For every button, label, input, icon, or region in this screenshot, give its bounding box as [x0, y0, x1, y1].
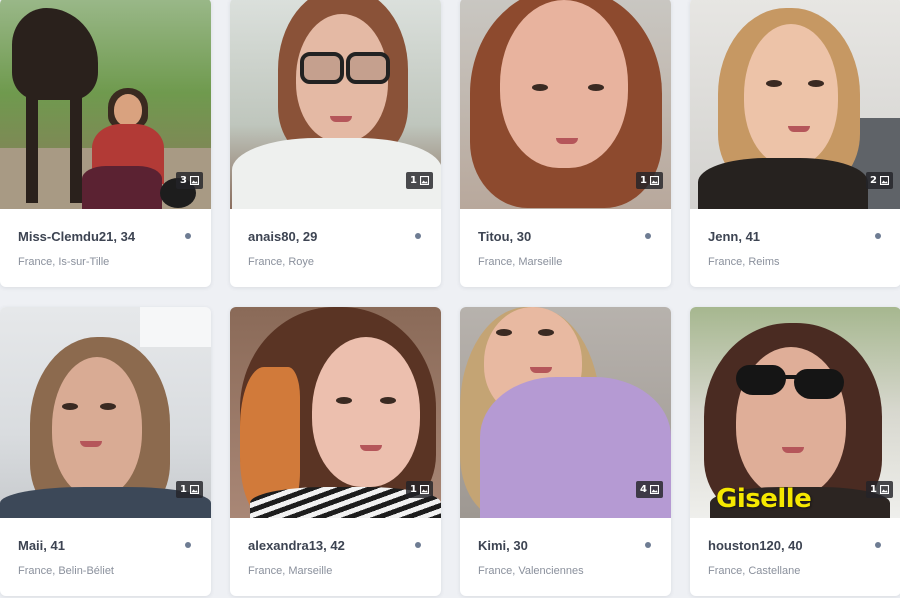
profile-photo[interactable]: 1 [460, 0, 671, 209]
profile-location: France, Castellane [708, 565, 801, 577]
photo-count: 1 [870, 484, 877, 495]
profile-photo[interactable]: 3 [0, 0, 211, 209]
photo-count-badge: 3 [176, 172, 203, 189]
photo-count: 1 [410, 175, 417, 186]
profile-name[interactable]: Kimi, 30 [478, 538, 528, 553]
photo-count: 1 [410, 484, 417, 495]
profile-location: France, Is-sur-Tille [18, 256, 110, 268]
image-icon [880, 176, 889, 185]
profile-card[interactable]: 4 Kimi, 30 France, Valenciennes [460, 307, 671, 596]
profile-card[interactable]: 2 Jenn, 41 France, Reims [690, 0, 900, 287]
photo-count-badge: 1 [176, 481, 203, 498]
profile-photo[interactable]: 2 [690, 0, 900, 209]
profile-info: Kimi, 30 France, Valenciennes [460, 518, 671, 596]
profile-photo[interactable]: 4 [460, 307, 671, 518]
status-dot-icon [645, 542, 651, 548]
profile-info: anais80, 29 France, Roye [230, 209, 441, 287]
photo-count-badge: 4 [636, 481, 663, 498]
profile-name[interactable]: houston120, 40 [708, 538, 803, 553]
image-icon [880, 485, 889, 494]
profile-location: France, Belin-Béliet [18, 565, 114, 577]
profile-location: France, Marseille [248, 565, 333, 577]
status-dot-icon [415, 542, 421, 548]
profile-card[interactable]: 1 anais80, 29 France, Roye [230, 0, 441, 287]
photo-count-badge: 1 [406, 172, 433, 189]
profile-name[interactable]: anais80, 29 [248, 229, 317, 244]
profile-location: France, Roye [248, 256, 315, 268]
status-dot-icon [185, 542, 191, 548]
profile-photo[interactable]: 1 [0, 307, 211, 518]
profile-info: alexandra13, 42 France, Marseille [230, 518, 441, 596]
profile-card[interactable]: 1 Titou, 30 France, Marseille [460, 0, 671, 287]
status-dot-icon [645, 233, 651, 239]
image-icon [190, 176, 199, 185]
photo-count: 4 [640, 484, 647, 495]
photo-count: 1 [180, 484, 187, 495]
profile-name[interactable]: Maii, 41 [18, 538, 65, 553]
profile-name[interactable]: Miss-Clemdu21, 34 [18, 229, 135, 244]
photo-count-badge: 1 [866, 481, 893, 498]
profile-card[interactable]: 1 alexandra13, 42 France, Marseille [230, 307, 441, 596]
status-dot-icon [185, 233, 191, 239]
profile-card[interactable]: Giselle 1 houston120, 40 France, Castell… [690, 307, 900, 596]
profile-info: Jenn, 41 France, Reims [690, 209, 900, 287]
profile-photo[interactable]: 1 [230, 0, 441, 209]
profile-name[interactable]: Jenn, 41 [708, 229, 760, 244]
profile-photo[interactable]: 1 [230, 307, 441, 518]
profile-photo[interactable]: Giselle 1 [690, 307, 900, 518]
profile-info: Titou, 30 France, Marseille [460, 209, 671, 287]
profile-name[interactable]: Titou, 30 [478, 229, 531, 244]
status-dot-icon [875, 233, 881, 239]
image-icon [420, 485, 429, 494]
profile-name[interactable]: alexandra13, 42 [248, 538, 345, 553]
photo-count-badge: 2 [866, 172, 893, 189]
photo-count: 3 [180, 175, 187, 186]
profile-location: France, Reims [708, 256, 780, 268]
profile-info: Maii, 41 France, Belin-Béliet [0, 518, 211, 596]
photo-count: 2 [870, 175, 877, 186]
image-icon [650, 485, 659, 494]
profile-card[interactable]: 3 Miss-Clemdu21, 34 France, Is-sur-Tille [0, 0, 211, 287]
profile-info: Miss-Clemdu21, 34 France, Is-sur-Tille [0, 209, 211, 287]
image-icon [420, 176, 429, 185]
status-dot-icon [415, 233, 421, 239]
photo-count-badge: 1 [636, 172, 663, 189]
photo-count: 1 [640, 175, 647, 186]
status-dot-icon [875, 542, 881, 548]
profile-photo-watermark: Giselle [716, 484, 812, 514]
profile-grid: 3 Miss-Clemdu21, 34 France, Is-sur-Tille… [0, 0, 900, 598]
image-icon [190, 485, 199, 494]
profile-location: France, Valenciennes [478, 565, 584, 577]
profile-info: houston120, 40 France, Castellane [690, 518, 900, 596]
profile-card[interactable]: 1 Maii, 41 France, Belin-Béliet [0, 307, 211, 596]
image-icon [650, 176, 659, 185]
photo-count-badge: 1 [406, 481, 433, 498]
profile-location: France, Marseille [478, 256, 563, 268]
